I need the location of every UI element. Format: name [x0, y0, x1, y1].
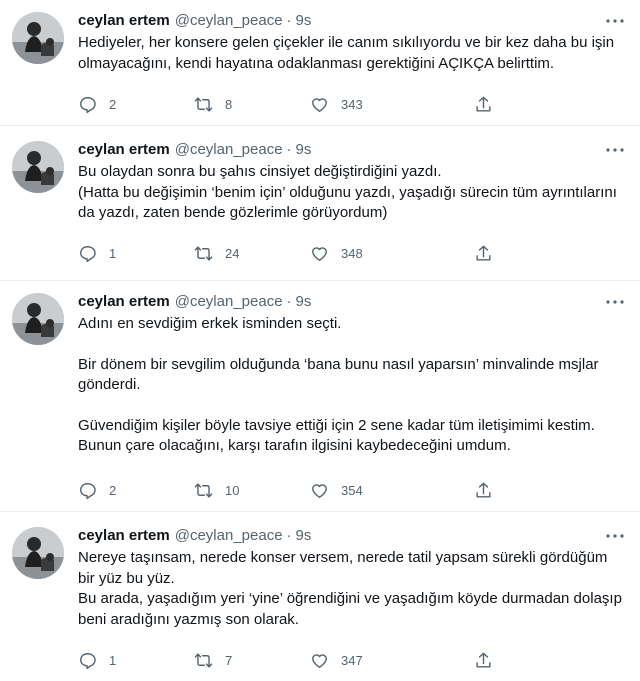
tweet-paragraph: Adını en sevdiğim erkek isminden seçti. [78, 315, 342, 332]
tweet-paragraph: Bu olaydan sonra bu şahıs cinsiyet değiş… [78, 163, 617, 221]
like-button[interactable]: 343 [310, 95, 474, 114]
retweet-icon [194, 245, 213, 261]
share-button[interactable] [474, 651, 493, 670]
avatar[interactable] [12, 12, 64, 64]
author-name[interactable]: ceylan ertem [78, 141, 170, 158]
tweet-paragraph: Hediyeler, her konsere gelen çiçekler il… [78, 34, 615, 72]
avatar-image [12, 293, 64, 345]
share-icon [476, 652, 491, 668]
share-button[interactable] [474, 481, 493, 500]
reply-icon [80, 482, 96, 499]
retweet-count: 10 [225, 482, 240, 498]
retweet-count: 24 [225, 245, 240, 261]
reply-button[interactable]: 2 [78, 481, 194, 500]
like-count: 348 [341, 245, 363, 261]
retweet-button[interactable]: 10 [194, 481, 310, 500]
tweet-text: Adını en sevdiğim erkek isminden seçti. … [78, 314, 626, 457]
avatar-image [12, 12, 64, 64]
retweet-icon [194, 96, 213, 112]
more-icon[interactable] [604, 12, 626, 30]
reply-count: 1 [109, 652, 117, 668]
retweet-button[interactable]: 7 [194, 651, 310, 670]
tweet-time[interactable]: 9s [296, 141, 312, 158]
separator-dot: · [286, 527, 292, 544]
retweet-button[interactable]: 24 [194, 244, 310, 263]
reply-count: 2 [109, 482, 117, 498]
share-icon [476, 482, 491, 498]
tweet-header: ceylan ertem @ceylan_peace · 9s [78, 293, 626, 313]
share-icon [476, 245, 491, 261]
reply-count: 1 [109, 245, 117, 261]
tweet-actions: 2 8 343 [78, 94, 548, 114]
separator-dot: · [286, 141, 292, 158]
tweet-time[interactable]: 9s [296, 12, 312, 29]
reply-button[interactable]: 1 [78, 244, 194, 263]
like-icon [312, 483, 327, 498]
like-icon [312, 246, 327, 261]
reply-icon [80, 652, 96, 669]
reply-count: 2 [109, 96, 117, 112]
tweet-paragraph: Bir dönem bir sevgilim olduğunda ‘bana b… [78, 355, 599, 394]
avatar[interactable] [12, 527, 64, 579]
avatar[interactable] [12, 141, 64, 193]
tweet-time[interactable]: 9s [296, 527, 312, 544]
tweet[interactable]: ceylan ertem @ceylan_peace · 9s Adını en… [0, 281, 640, 512]
tweet-paragraph: Güvendiğim kişiler böyle tavsiye ettiği … [78, 416, 595, 455]
retweet-count: 8 [225, 96, 233, 112]
tweet-feed: ceylan ertem @ceylan_peace · 9s Hediyele… [0, 0, 640, 681]
tweet-text: Nereye taşınsam, nerede konser versem, n… [78, 548, 626, 630]
tweet-text: Hediyeler, her konsere gelen çiçekler il… [78, 33, 626, 74]
separator-dot: · [286, 293, 292, 310]
share-button[interactable] [474, 95, 493, 114]
tweet-header: ceylan ertem @ceylan_peace · 9s [78, 141, 626, 161]
author-handle[interactable]: @ceylan_peace [175, 12, 283, 29]
like-button[interactable]: 347 [310, 651, 474, 670]
tweet-text: Bu olaydan sonra bu şahıs cinsiyet değiş… [78, 162, 626, 224]
separator-dot: · [286, 12, 292, 29]
author-handle[interactable]: @ceylan_peace [175, 293, 283, 310]
more-icon[interactable] [604, 141, 626, 159]
tweet[interactable]: ceylan ertem @ceylan_peace · 9s Nereye t… [0, 515, 640, 681]
like-count: 343 [341, 96, 363, 112]
tweet-time[interactable]: 9s [296, 293, 312, 310]
more-icon[interactable] [604, 527, 626, 545]
tweet-actions: 1 7 347 [78, 650, 548, 670]
more-icon[interactable] [604, 293, 626, 311]
like-count: 354 [341, 482, 363, 498]
author-name[interactable]: ceylan ertem [78, 527, 170, 544]
retweet-count: 7 [225, 652, 233, 668]
share-button[interactable] [474, 244, 493, 263]
avatar-image [12, 527, 64, 579]
avatar-image [12, 141, 64, 193]
like-button[interactable]: 354 [310, 481, 474, 500]
reply-icon [80, 245, 96, 262]
tweet[interactable]: ceylan ertem @ceylan_peace · 9s Hediyele… [0, 0, 640, 126]
tweet-paragraph: Nereye taşınsam, nerede konser versem, n… [78, 549, 622, 628]
retweet-button[interactable]: 8 [194, 95, 310, 114]
reply-button[interactable]: 1 [78, 651, 194, 670]
tweet-actions: 2 10 354 [78, 480, 548, 500]
share-icon [476, 96, 491, 112]
author-handle[interactable]: @ceylan_peace [175, 141, 283, 158]
retweet-icon [194, 652, 213, 668]
reply-button[interactable]: 2 [78, 95, 194, 114]
like-icon [312, 97, 327, 112]
like-icon [312, 653, 327, 668]
like-count: 347 [341, 652, 363, 668]
tweet-actions: 1 24 348 [78, 243, 548, 263]
avatar[interactable] [12, 293, 64, 345]
tweet[interactable]: ceylan ertem @ceylan_peace · 9s Bu olayd… [0, 129, 640, 281]
retweet-icon [194, 482, 213, 498]
like-button[interactable]: 348 [310, 244, 474, 263]
author-name[interactable]: ceylan ertem [78, 12, 170, 29]
author-name[interactable]: ceylan ertem [78, 293, 170, 310]
tweet-header: ceylan ertem @ceylan_peace · 9s [78, 527, 626, 547]
tweet-header: ceylan ertem @ceylan_peace · 9s [78, 12, 626, 32]
author-handle[interactable]: @ceylan_peace [175, 527, 283, 544]
reply-icon [80, 96, 96, 113]
